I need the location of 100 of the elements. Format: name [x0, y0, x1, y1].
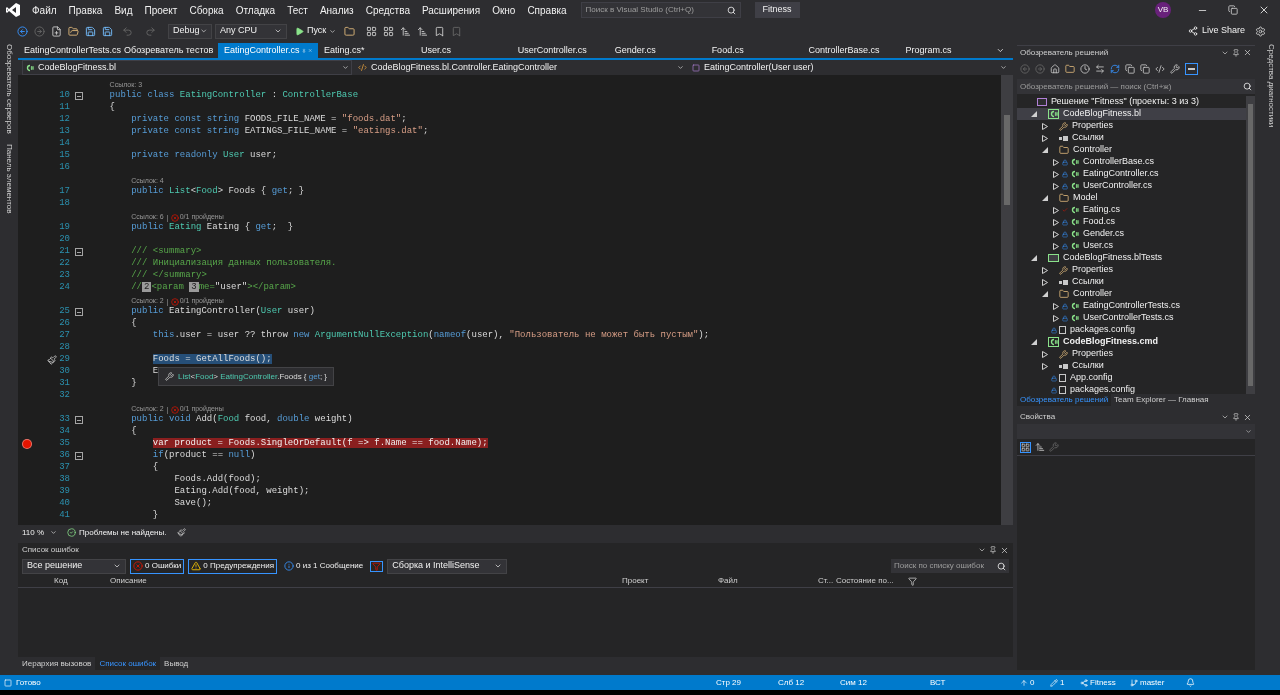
tree-item[interactable]: CodeBlogFitness.bl — [1017, 108, 1246, 120]
layout-icon[interactable] — [383, 25, 395, 37]
menu-item[interactable]: Расширения — [415, 2, 487, 18]
pin-icon[interactable] — [1232, 48, 1240, 57]
collapse-icon[interactable] — [75, 92, 83, 100]
tree-item[interactable]: Food.cs — [1017, 216, 1246, 228]
menu-item[interactable]: Правка — [62, 2, 109, 18]
categorized-icon[interactable] — [1020, 441, 1031, 453]
column-header[interactable]: Описание — [102, 575, 622, 587]
refresh-icon[interactable] — [1110, 64, 1120, 74]
platform-dropdown[interactable]: Any CPU — [215, 23, 287, 39]
tab-list-icon[interactable] — [996, 46, 1006, 55]
project-dropdown[interactable]: CodeBlogFitness.bl — [22, 59, 352, 76]
filter-button[interactable] — [370, 560, 384, 572]
tree-item[interactable]: App.config — [1017, 372, 1246, 384]
type-dropdown[interactable]: CodeBlogFitness.bl.Controller.EatingController — [356, 60, 686, 75]
document-tab[interactable]: Gender.cs — [608, 43, 706, 58]
breakpoint-icon[interactable] — [22, 439, 32, 449]
panel-menu-icon[interactable] — [978, 546, 986, 554]
preview-toggle[interactable] — [1185, 63, 1198, 75]
column-header[interactable]: Ст... — [818, 575, 836, 587]
settings-icon[interactable] — [1170, 64, 1180, 74]
close-button[interactable] — [1258, 4, 1270, 16]
expanded-icon[interactable] — [1042, 147, 1048, 153]
tree-item[interactable]: Properties — [1017, 348, 1246, 360]
collapsed-icon[interactable] — [1053, 182, 1059, 190]
document-tab[interactable]: ControllerBase.cs — [802, 43, 900, 58]
scope-dropdown[interactable]: Все решение — [22, 558, 126, 574]
tree-item[interactable]: packages.config — [1017, 384, 1246, 394]
folder-icon[interactable] — [344, 25, 356, 37]
panel-tab[interactable]: Список ошибок — [95, 657, 161, 670]
expanded-icon[interactable] — [1042, 195, 1048, 201]
repository-button[interactable]: Fitness — [1080, 676, 1130, 689]
sort-icon[interactable] — [400, 25, 412, 37]
panel-tab[interactable]: Вывод — [160, 657, 193, 670]
menu-item[interactable]: Справка — [521, 2, 573, 18]
alphabetical-icon[interactable] — [1035, 442, 1045, 452]
collapsed-icon[interactable] — [1053, 230, 1059, 238]
document-tab[interactable]: Program.cs — [899, 43, 997, 58]
tree-item[interactable]: Properties — [1017, 264, 1246, 276]
menu-item[interactable]: Сборка — [183, 2, 230, 18]
expanded-icon[interactable] — [1042, 291, 1048, 297]
expanded-icon[interactable] — [1031, 111, 1037, 117]
tree-item[interactable]: EatingControllerTests.cs — [1017, 300, 1246, 312]
menu-item[interactable]: Файл — [26, 2, 63, 18]
panel-tab[interactable]: Иерархия вызовов — [18, 657, 96, 670]
collapse-icon[interactable] — [75, 308, 83, 316]
menu-item[interactable]: Средства — [359, 2, 416, 18]
tree-item[interactable]: Ссылки — [1017, 276, 1246, 288]
search-field[interactable]: Поиск в Visual Studio (Ctrl+Q) — [580, 2, 741, 18]
collapsed-icon[interactable] — [1053, 242, 1059, 250]
save-icon[interactable] — [85, 25, 96, 37]
bookmark-icon[interactable] — [434, 25, 446, 37]
collapsed-icon[interactable] — [1042, 362, 1048, 370]
changes-button[interactable]: 1 — [1050, 676, 1080, 689]
collapsed-icon[interactable] — [1042, 278, 1048, 286]
back-icon[interactable] — [17, 25, 28, 37]
member-dropdown[interactable]: EatingController(User user) — [690, 60, 1009, 75]
tree-item[interactable]: Gender.cs — [1017, 228, 1246, 240]
filter-toggle[interactable]: 0 Предупреждения — [188, 558, 277, 574]
tree-item[interactable]: Ссылки — [1017, 132, 1246, 144]
tree-item[interactable]: Ссылки — [1017, 360, 1246, 372]
tree-item[interactable]: Eating.cs — [1017, 204, 1246, 216]
user-avatar[interactable]: VB — [1155, 2, 1171, 18]
collapsed-icon[interactable] — [1042, 134, 1048, 142]
configuration-dropdown[interactable]: Debug — [168, 23, 212, 39]
menu-item[interactable]: Тест — [281, 2, 314, 18]
column-header[interactable]: Код — [18, 575, 102, 587]
document-tab[interactable]: User.cs — [414, 43, 512, 58]
close-icon[interactable] — [1243, 412, 1252, 422]
tree-item[interactable]: User.cs — [1017, 240, 1246, 252]
panel-tab[interactable]: Обозреватель решений — [1017, 394, 1112, 406]
tree-item[interactable]: packages.config — [1017, 324, 1246, 336]
layout-icon[interactable] — [366, 25, 378, 37]
menu-item[interactable]: Окно — [486, 2, 522, 18]
panel-tab[interactable]: Team Explorer — Главная — [1111, 394, 1212, 406]
new-item-icon[interactable] — [51, 25, 62, 37]
filter-icon[interactable] — [908, 576, 917, 586]
notifications-icon[interactable] — [1186, 678, 1195, 687]
home-icon[interactable] — [1050, 64, 1060, 74]
close-icon[interactable] — [1243, 48, 1252, 57]
issues-status[interactable]: Проблемы не найдены. — [79, 526, 167, 539]
menu-item[interactable]: Анализ — [313, 2, 360, 18]
collapsed-icon[interactable] — [1053, 314, 1059, 322]
expanded-icon[interactable] — [1031, 255, 1037, 261]
tree-item[interactable]: Controller — [1017, 288, 1246, 300]
document-tab[interactable]: Eating.cs* — [318, 43, 415, 58]
tree-item[interactable]: ControllerBase.cs — [1017, 156, 1246, 168]
tree-item[interactable]: CodeBlogFitness.blTests — [1017, 252, 1246, 264]
side-tab[interactable]: Средства диагностики — [1265, 44, 1277, 128]
run-button[interactable]: Пуск — [295, 24, 337, 38]
tree-item[interactable]: Properties — [1017, 120, 1246, 132]
collapsed-icon[interactable] — [1053, 158, 1059, 166]
live-share-button[interactable]: Live Share — [1187, 24, 1245, 38]
code-icon[interactable] — [1155, 64, 1165, 74]
column-header[interactable]: Файл — [718, 575, 818, 587]
tree-item[interactable]: Model — [1017, 192, 1246, 204]
collapse-icon[interactable] — [75, 416, 83, 424]
restore-button[interactable] — [1228, 5, 1238, 15]
zoom-dropdown[interactable]: 110 % — [22, 526, 58, 539]
